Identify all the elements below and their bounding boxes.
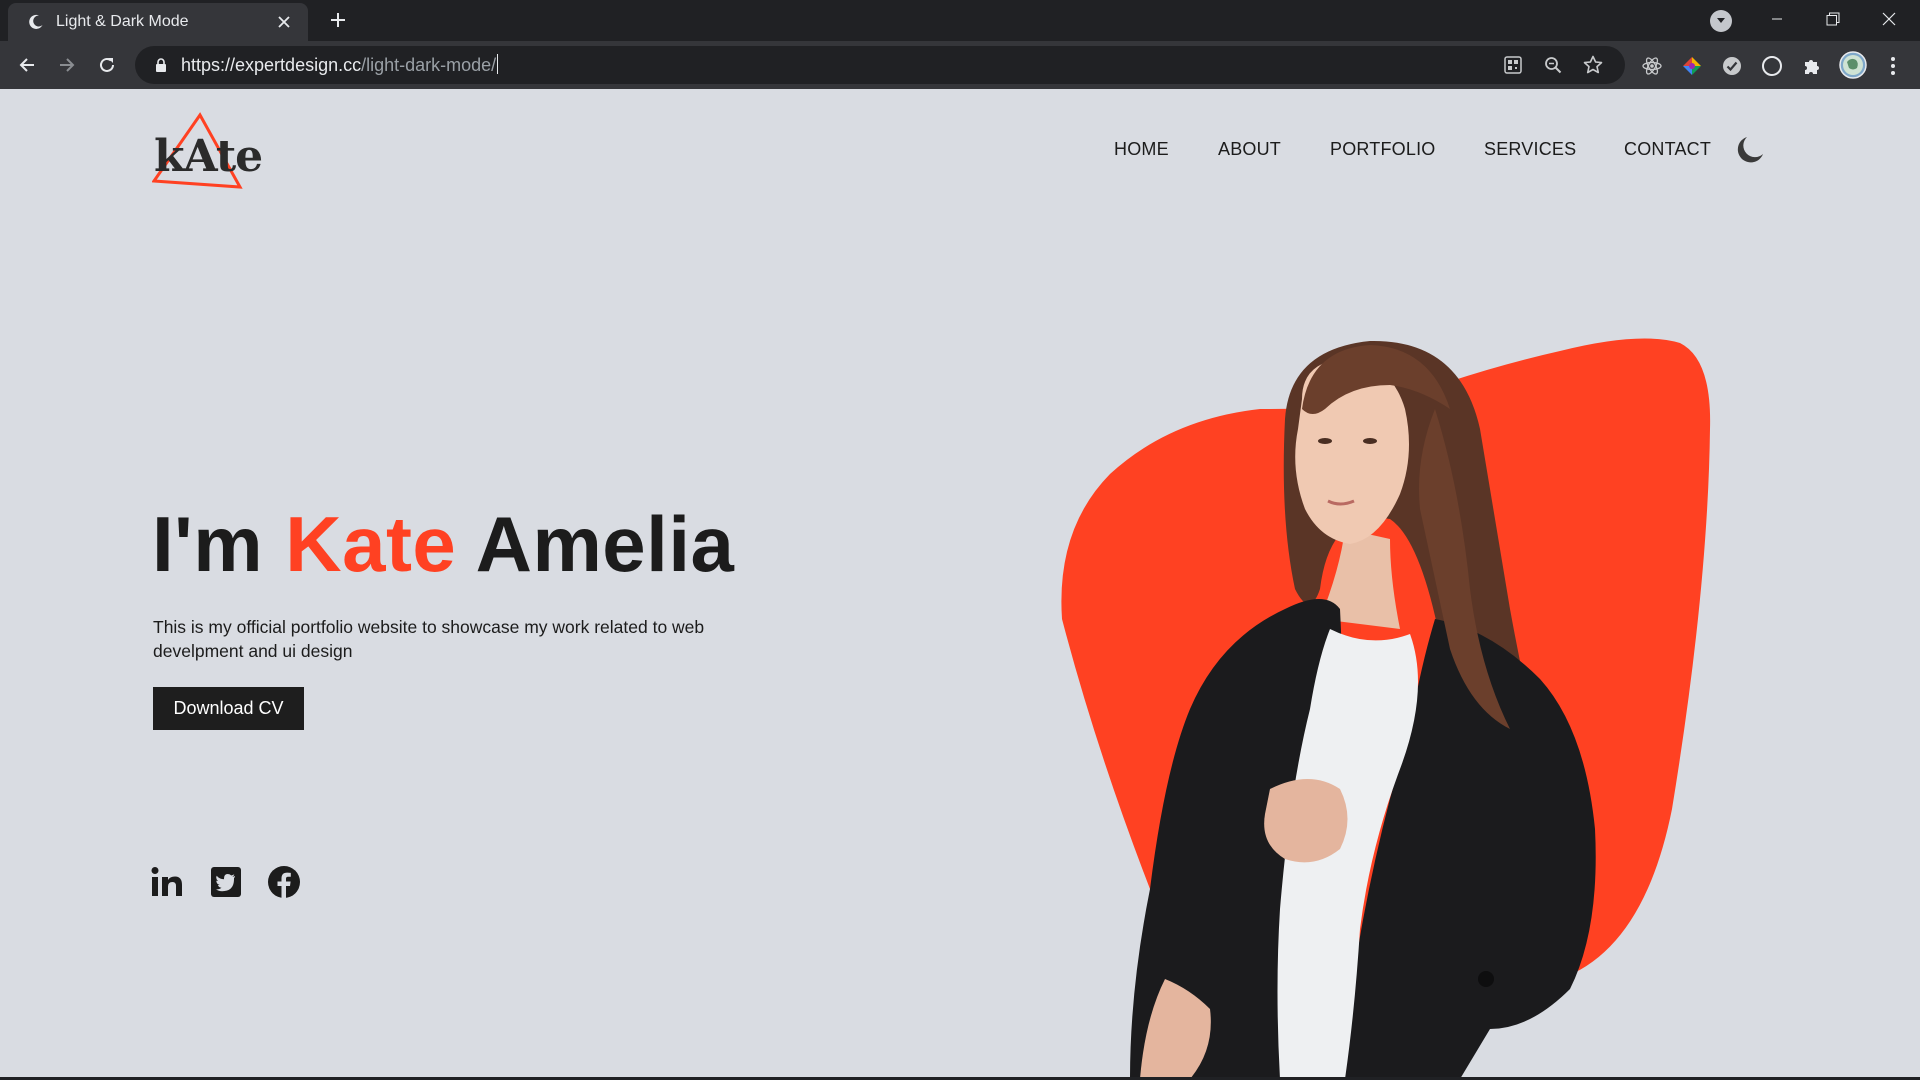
hero-description: This is my official portfolio website to… (153, 617, 705, 661)
dark-mode-extension-icon[interactable] (1761, 55, 1783, 77)
facebook-icon[interactable] (267, 865, 301, 899)
qr-code-icon[interactable] (1503, 55, 1523, 75)
main-navigation: HOME ABOUT PORTFOLIO SERVICES CONTACT (0, 139, 1920, 169)
tab-title: Light & Dark Mode (56, 13, 189, 30)
browser-tab-bar: Light & Dark Mode (0, 0, 1920, 41)
forward-button[interactable] (51, 49, 83, 81)
reload-button[interactable] (91, 49, 123, 81)
color-picker-extension-icon[interactable] (1681, 55, 1703, 77)
nav-home[interactable]: HOME (1114, 139, 1169, 160)
hero-greeting: I'm (152, 500, 264, 588)
moon-icon[interactable] (1735, 135, 1765, 165)
browser-tab[interactable]: Light & Dark Mode (8, 3, 308, 41)
twitter-icon[interactable] (209, 865, 243, 899)
nav-portfolio[interactable]: PORTFOLIO (1330, 139, 1436, 160)
browser-toolbar: https://expertdesign.cc/light-dark-mode/ (0, 41, 1920, 89)
url-text[interactable]: https://expertdesign.cc/light-dark-mode/ (181, 54, 499, 76)
checkmark-extension-icon[interactable] (1721, 55, 1743, 77)
moon-favicon-icon (26, 12, 46, 32)
browser-menu-icon[interactable] (1882, 55, 1904, 77)
react-devtools-extension-icon[interactable] (1641, 55, 1663, 77)
zoom-icon[interactable] (1543, 55, 1563, 75)
back-button[interactable] (11, 49, 43, 81)
address-bar[interactable]: https://expertdesign.cc/light-dark-mode/ (135, 46, 1625, 84)
minimize-window-button[interactable] (1750, 0, 1804, 38)
tab-search-icon[interactable] (1710, 10, 1732, 32)
tab-close-icon[interactable] (272, 10, 296, 34)
download-cv-button[interactable]: Download CV (153, 687, 304, 730)
hero-last-name: Amelia (475, 500, 735, 588)
portfolio-page: kAte HOME ABOUT PORTFOLIO SERVICES CONTA… (0, 89, 1920, 1077)
profile-avatar-icon[interactable] (1839, 51, 1867, 79)
extensions-puzzle-icon[interactable] (1801, 55, 1823, 77)
restore-window-button[interactable] (1806, 0, 1860, 38)
new-tab-button[interactable] (325, 7, 351, 33)
nav-services[interactable]: SERVICES (1484, 139, 1576, 160)
nav-contact[interactable]: CONTACT (1624, 139, 1711, 160)
bookmark-star-icon[interactable] (1583, 55, 1603, 75)
hero-title: I'm Kate Amelia (152, 499, 734, 590)
nav-about[interactable]: ABOUT (1218, 139, 1281, 160)
hero-first-name: Kate (285, 500, 457, 588)
close-window-button[interactable] (1862, 0, 1916, 38)
linkedin-icon[interactable] (150, 865, 184, 899)
lock-icon[interactable] (153, 57, 169, 73)
hero-portrait-image (1061, 338, 1711, 1077)
